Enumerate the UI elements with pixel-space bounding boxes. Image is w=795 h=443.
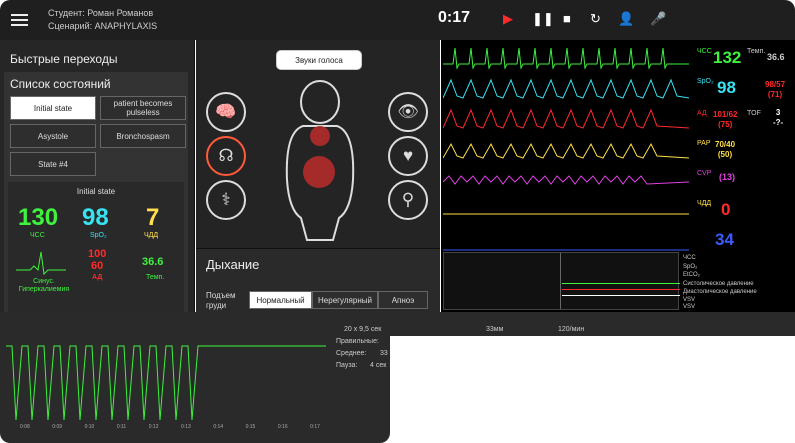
- pap-trace: [443, 142, 689, 159]
- microphone-icon[interactable]: 🎤: [650, 11, 666, 27]
- cvp-trace: [443, 175, 689, 185]
- mode-normal-button[interactable]: Нормальный: [249, 291, 312, 309]
- ecg-trace: [443, 47, 689, 70]
- state-summary: Initial state 130 ЧСС 98 SpO₂ 7 ЧДД Сину…: [8, 182, 184, 312]
- monitor-spo2: 98: [717, 78, 736, 97]
- eye-icon[interactable]: 👁: [388, 92, 428, 132]
- monitor-abp: 101/62 (75): [713, 110, 738, 129]
- rr-value: 7: [146, 204, 160, 231]
- spo2-trace: [443, 78, 689, 99]
- legend-sys: Систолическое давление: [683, 281, 754, 287]
- state-4-button[interactable]: State #4: [10, 152, 96, 176]
- monitor-co2: 34: [715, 230, 734, 249]
- infant-body-icon: [285, 80, 355, 241]
- session-meta: Студент: Роман Романов Сценарий: ANAPHYL…: [48, 8, 158, 31]
- pause-icon[interactable]: ❚❚: [532, 11, 554, 27]
- legend-spo2: SpO₂: [683, 264, 698, 270]
- resp-trace: [443, 213, 689, 215]
- state-initial-button[interactable]: Initial state: [10, 96, 96, 120]
- state-asystole-button[interactable]: Asystole: [10, 124, 96, 148]
- state-bronchospasm-button[interactable]: Bronchospasm: [100, 124, 186, 148]
- trend-chart: [443, 252, 680, 310]
- temp-value: 36.6: [142, 256, 164, 268]
- state-pulseless-button[interactable]: patient becomes pulseless: [100, 96, 186, 120]
- states-list: Список состояний Initial state patient b…: [4, 72, 188, 312]
- stop-icon[interactable]: ■: [563, 11, 571, 26]
- legend-hr: ЧСС: [683, 255, 696, 261]
- ecg-mini-icon: [16, 251, 66, 276]
- monitor-cvp: (13): [719, 172, 736, 182]
- monitor-hr: 132: [713, 48, 742, 67]
- ecg-strip: [6, 345, 326, 421]
- legend-vsv2: VSV: [683, 304, 696, 310]
- brain-icon[interactable]: 🧠: [206, 92, 246, 132]
- monitor-panel: 132 ЧСС 98 SpO₂ 101/62 (75) АД 70/40 (50) …: [441, 40, 795, 312]
- ecg-strip-panel: 0:08 0:09 0:10 0:11 0:12 0:13 0:14 0:15 0:16 0:17…: [0, 312, 390, 443]
- ecg-strip-info: 33мм 120/мин: [390, 312, 795, 336]
- monitor-nibp: 98/57 (71): [765, 80, 786, 99]
- bp-value: 100 60 АД: [88, 248, 107, 281]
- mode-apnea-button[interactable]: Апноэ: [378, 291, 428, 309]
- heart-icon[interactable]: ♥: [388, 136, 428, 176]
- legend-vsv: VSV: [683, 297, 696, 303]
- menu-icon[interactable]: [0, 0, 38, 40]
- play-icon[interactable]: ▶: [503, 11, 513, 27]
- stethoscope-icon[interactable]: ⚲: [388, 180, 428, 220]
- airway-icon[interactable]: ☊: [206, 136, 246, 176]
- lungs-icon[interactable]: ⚕: [206, 180, 246, 220]
- ecg-time-axis: 0:08 0:09 0:10 0:11 0:12 0:13 0:14 0:15 0:16 0:17: [20, 424, 320, 430]
- voice-user-icon[interactable]: 👤: [618, 11, 634, 27]
- spo2-value: 98: [82, 204, 109, 231]
- monitor-tof: 3 -?-: [773, 108, 784, 127]
- restart-icon[interactable]: ↻: [590, 11, 601, 27]
- breathing-section: Дыхание Подъем груди Нормальный Нерегуля…: [196, 248, 440, 312]
- abp-trace: [443, 108, 689, 129]
- patient-panel: Звуки голоса 🧠 ☊ ⚕ 👁 ♥ ⚲ Дыхание Подъем …: [196, 40, 440, 312]
- background: [390, 336, 795, 443]
- timer: 0:17: [438, 9, 471, 26]
- monitor-temp: 36.6: [767, 52, 785, 62]
- voice-sounds-button[interactable]: Звуки голоса: [276, 50, 362, 70]
- top-bar: Студент: Роман Романов Сценарий: ANAPHYL…: [0, 0, 795, 40]
- mode-irregular-button[interactable]: Нерегулярный: [312, 291, 378, 309]
- monitor-rr: 0: [721, 200, 731, 219]
- quick-transitions-title: Быстрые переходы: [10, 52, 118, 66]
- legend-dia: Диастолическое давление: [683, 289, 757, 295]
- legend-etco2: EtCO₂: [683, 272, 700, 278]
- left-panel: Быстрые переходы Список состояний Initia…: [0, 40, 195, 312]
- monitor-pap: 70/40 (50): [715, 140, 736, 159]
- hr-value: 130: [18, 204, 59, 231]
